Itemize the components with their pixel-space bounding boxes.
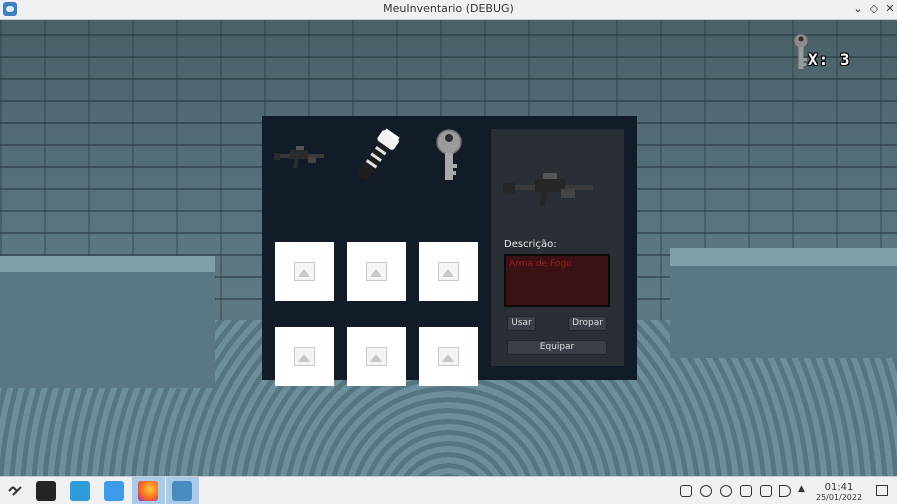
game-viewport: X: 3 Descrição: Arma de Fogo Usar Dropar… bbox=[0, 20, 897, 476]
terminal-icon[interactable] bbox=[36, 481, 56, 501]
clipboard-icon[interactable] bbox=[740, 485, 752, 497]
tray-expand-icon[interactable]: ▲ bbox=[798, 484, 805, 494]
image-placeholder-icon bbox=[366, 262, 387, 281]
image-placeholder-icon bbox=[294, 262, 315, 281]
minimize-button[interactable]: ⌄ bbox=[851, 2, 865, 16]
image-placeholder-icon bbox=[438, 347, 459, 366]
image-placeholder-icon bbox=[366, 347, 387, 366]
item-detail-panel: Descrição: Arma de Fogo Usar Dropar Equi… bbox=[491, 129, 624, 366]
equipped-slot-flashlight[interactable] bbox=[347, 126, 407, 186]
clock-date[interactable]: 25/01/2022 bbox=[812, 493, 866, 502]
key-icon bbox=[436, 129, 462, 180]
drop-button[interactable]: Dropar bbox=[568, 316, 607, 331]
rifle-icon bbox=[503, 173, 593, 207]
use-button[interactable]: Usar bbox=[507, 316, 536, 331]
media-player-icon[interactable] bbox=[720, 485, 732, 497]
window-title: MeuInventario (DEBUG) bbox=[383, 2, 514, 15]
clock-time[interactable]: 01:41 bbox=[815, 482, 863, 493]
inventory-slot-6[interactable] bbox=[419, 327, 478, 386]
inventory-panel: Descrição: Arma de Fogo Usar Dropar Equi… bbox=[262, 116, 637, 386]
key-counter: X: 3 bbox=[808, 50, 851, 69]
close-button[interactable]: ✕ bbox=[883, 2, 897, 16]
account-icon[interactable] bbox=[700, 485, 712, 497]
stone-block-left bbox=[0, 256, 215, 388]
maximize-button[interactable]: ◇ bbox=[867, 2, 881, 16]
inventory-slot-4[interactable] bbox=[275, 327, 334, 386]
equipped-slot-rifle[interactable] bbox=[272, 126, 332, 186]
inventory-slot-5[interactable] bbox=[347, 327, 406, 386]
show-desktop-icon[interactable] bbox=[876, 485, 888, 496]
image-placeholder-icon bbox=[294, 347, 315, 366]
window-titlebar: MeuInventario (DEBUG) ⌄ ◇ ✕ bbox=[0, 0, 897, 20]
firefox-icon[interactable] bbox=[138, 481, 158, 501]
taskbar: ▲ 01:41 25/01/2022 bbox=[0, 476, 897, 504]
display-icon[interactable] bbox=[760, 485, 772, 497]
inventory-slot-2[interactable] bbox=[347, 242, 406, 301]
launcher-icon[interactable] bbox=[5, 481, 25, 501]
equipped-slot-key[interactable] bbox=[419, 126, 479, 186]
file-manager-icon[interactable] bbox=[104, 481, 124, 501]
volume-icon[interactable] bbox=[779, 485, 791, 497]
stone-block-right bbox=[670, 248, 897, 358]
discover-icon[interactable] bbox=[70, 481, 90, 501]
equip-button[interactable]: Equipar bbox=[507, 340, 607, 355]
inventory-slot-1[interactable] bbox=[275, 242, 334, 301]
description-label: Descrição: bbox=[504, 239, 557, 250]
image-placeholder-icon bbox=[438, 262, 459, 281]
description-textbox[interactable]: Arma de Fogo bbox=[504, 254, 610, 307]
description-text: Arma de Fogo bbox=[509, 259, 572, 269]
flashlight-icon bbox=[358, 128, 400, 180]
inventory-slot-3[interactable] bbox=[419, 242, 478, 301]
rifle-icon bbox=[274, 146, 324, 169]
notifications-icon[interactable] bbox=[680, 485, 692, 497]
godot-icon[interactable] bbox=[172, 481, 192, 501]
